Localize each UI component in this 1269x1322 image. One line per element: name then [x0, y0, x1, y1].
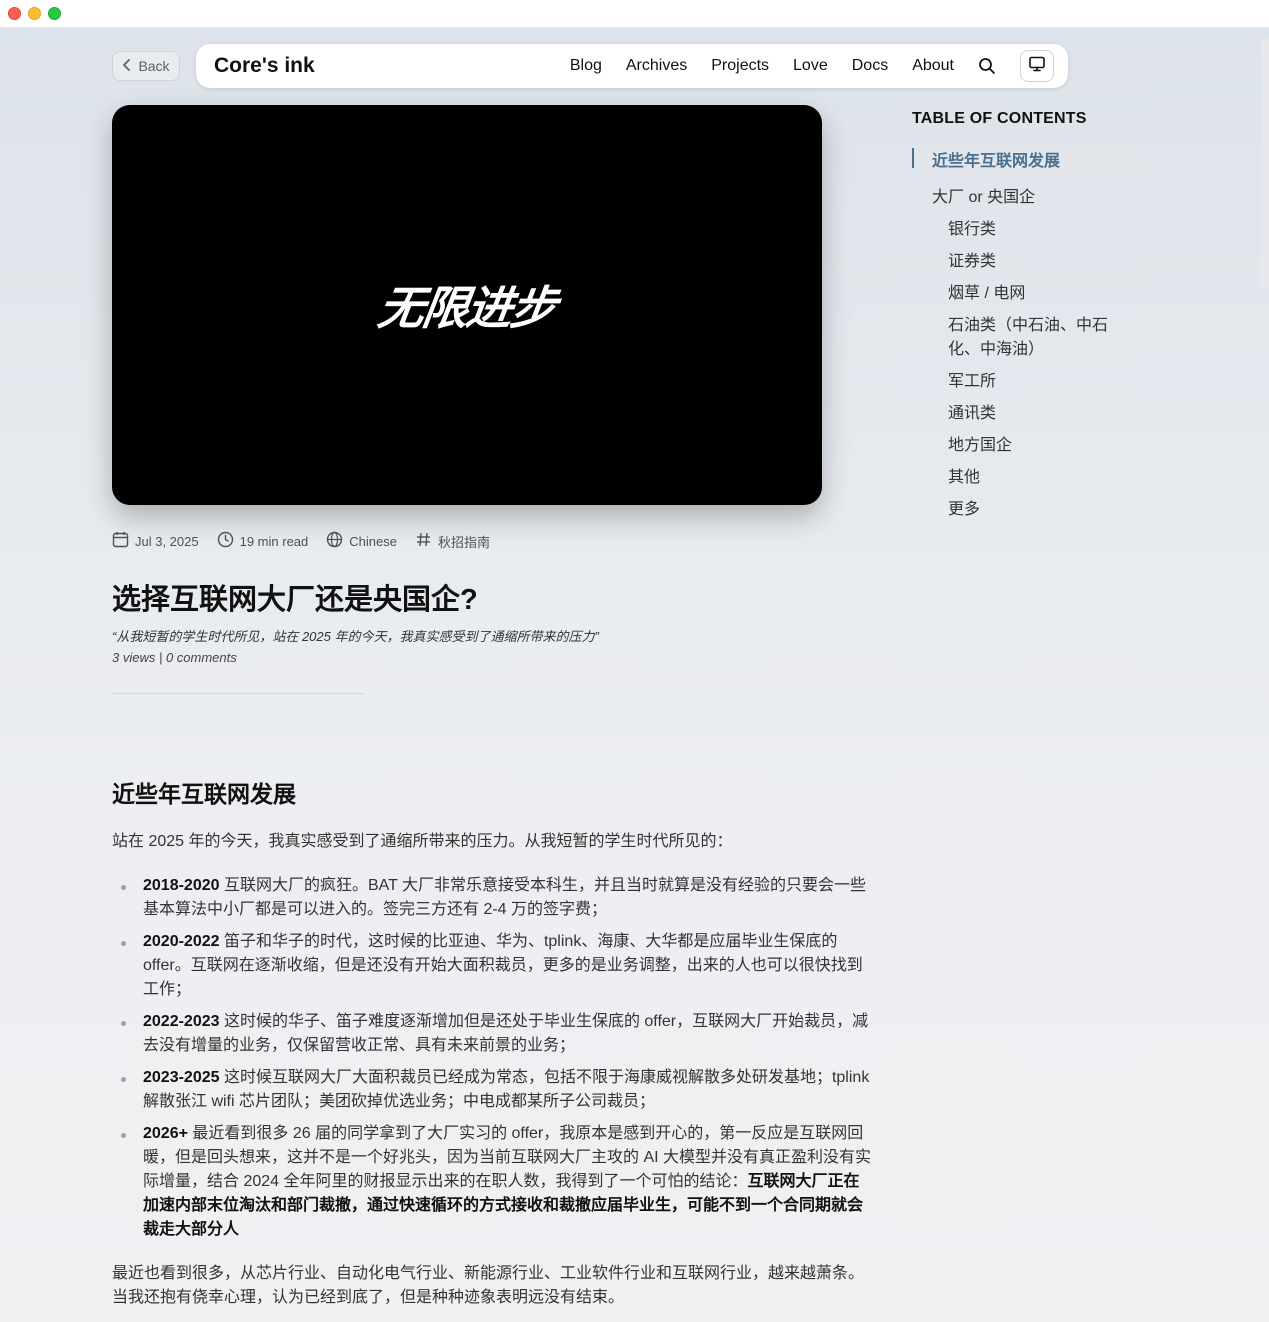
nav-link-about[interactable]: About [912, 57, 954, 75]
minimize-window-button[interactable] [28, 7, 41, 20]
nav-link-archives[interactable]: Archives [626, 57, 687, 75]
meta-read-time: 19 min read [217, 531, 309, 551]
page-content: Back Core's ink Blog Archives Projects L… [0, 28, 1269, 1322]
toc-item[interactable]: 近些年互联网发展 [920, 146, 1146, 178]
list-item: 2020-2022 笛子和华子的时代，这时候的比亚迪、华为、tplink、海康、… [118, 930, 872, 1002]
toc-item[interactable]: 军工所 [912, 370, 1112, 394]
post-meta: Jul 3, 2025 19 min read Chinese 秋招指南 [112, 531, 490, 551]
list-item: 2018-2020 互联网大厂的疯狂。BAT 大厂非常乐意接受本科生，并且当时就… [118, 874, 872, 922]
list-item-text: 互联网大厂的疯狂。BAT 大厂非常乐意接受本科生，并且当时就算是没有经验的只要会… [143, 877, 867, 918]
toc-item[interactable]: 更多 [912, 498, 1112, 522]
monitor-icon [1028, 56, 1046, 77]
post-title: 选择互联网大厂还是央国企? [112, 584, 478, 616]
nav-links: Blog Archives Projects Love Docs About [570, 48, 1054, 84]
meta-read-time-text: 19 min read [239, 533, 309, 549]
toc-item[interactable]: 烟草 / 电网 [912, 282, 1112, 306]
meta-language-text: Chinese [349, 533, 397, 549]
meta-language: Chinese [326, 531, 397, 551]
toc-item[interactable]: 石油类（中石油、中石化、中海油） [912, 314, 1112, 362]
post-stats: 3 views | 0 comments [112, 650, 237, 665]
maximize-window-button[interactable] [48, 7, 61, 20]
back-label: Back [138, 58, 170, 74]
list-item: 2026+ 最近看到很多 26 届的同学拿到了大厂实习的 offer，我原本是感… [118, 1122, 872, 1242]
toc-item[interactable]: 证券类 [912, 250, 1112, 274]
table-of-contents: TABLE OF CONTENTS 近些年互联网发展大厂 or 央国企 银行类证券… [912, 110, 1152, 530]
close-window-button[interactable] [8, 7, 21, 20]
toc-item[interactable]: 地方国企 [912, 434, 1112, 458]
toc-item[interactable]: 通讯类 [912, 402, 1112, 426]
nav-link-projects[interactable]: Projects [711, 57, 769, 75]
top-navbar: Core's ink Blog Archives Projects Love D… [196, 44, 1068, 88]
list-item-year: 2018-2020 [143, 877, 220, 894]
hero-logo-text: 无限进步 [374, 281, 559, 335]
calendar-icon [112, 531, 129, 551]
list-item: 2023-2025 这时候互联网大厂大面积裁员已经成为常态，包括不限于海康威视解… [118, 1066, 872, 1114]
hash-icon [415, 531, 432, 551]
meta-tag-text: 秋招指南 [437, 534, 490, 550]
list-item: 2022-2023 这时候的华子、笛子难度逐渐增加但是还处于毕业生保底的 off… [118, 1010, 872, 1058]
section-heading: 近些年互联网发展 [112, 781, 296, 807]
list-item-year: 2023-2025 [143, 1069, 220, 1086]
hero-image: 无限进步 [112, 105, 822, 505]
list-item-text: 这时候的华子、笛子难度逐渐增加但是还处于毕业生保底的 offer，互联网大厂开始… [143, 1013, 869, 1054]
toc-title: TABLE OF CONTENTS [912, 110, 1087, 127]
window-titlebar [0, 0, 1269, 28]
toc-item[interactable]: 银行类 [912, 218, 1112, 242]
post-quote: “从我短暂的学生时代所见，站在 2025 年的今天，我真实感受到了通缩所带来的压… [112, 629, 599, 644]
search-icon[interactable] [978, 57, 996, 75]
nav-link-blog[interactable]: Blog [570, 57, 602, 75]
meta-tag[interactable]: 秋招指南 [415, 531, 490, 551]
nav-link-docs[interactable]: Docs [852, 57, 888, 75]
globe-icon [326, 531, 343, 551]
meta-date: Jul 3, 2025 [112, 531, 199, 551]
toc-item[interactable]: 大厂 or 央国企 [912, 186, 1152, 210]
list-item-text: 这时候互联网大厂大面积裁员已经成为常态，包括不限于海康威视解散多处研发基地；tp… [143, 1069, 870, 1110]
theme-toggle-button[interactable] [1020, 50, 1054, 82]
toc-item[interactable]: 其他 [912, 466, 1112, 490]
list-item-year: 2026+ [143, 1125, 188, 1142]
site-brand[interactable]: Core's ink [214, 54, 315, 78]
list-item-text: 笛子和华子的时代，这时候的比亚迪、华为、tplink、海康、大华都是应届毕业生保… [143, 933, 863, 998]
list-item-year: 2022-2023 [143, 1013, 220, 1030]
section-outro: 最近也看到很多，从芯片行业、自动化电气行业、新能源行业、工业软件行业和互联网行业… [112, 1265, 865, 1306]
divider [112, 693, 364, 694]
scrollbar[interactable] [1261, 38, 1269, 288]
list-item-year: 2020-2022 [143, 933, 220, 950]
clock-icon [217, 531, 234, 551]
chevron-left-icon [122, 58, 132, 74]
toc-active-indicator [912, 148, 914, 168]
section-intro: 站在 2025 年的今天，我真实感受到了通缩所带来的压力。从我短暂的学生时代所见… [112, 833, 733, 850]
history-list: 2018-2020 互联网大厂的疯狂。BAT 大厂非常乐意接受本科生，并且当时就… [118, 874, 872, 1250]
meta-date-text: Jul 3, 2025 [135, 533, 199, 549]
toc-list: 近些年互联网发展大厂 or 央国企 银行类证券类烟草 / 电网石油类（中石油、中石… [912, 146, 1152, 522]
nav-link-love[interactable]: Love [793, 57, 828, 75]
back-button[interactable]: Back [112, 51, 180, 81]
